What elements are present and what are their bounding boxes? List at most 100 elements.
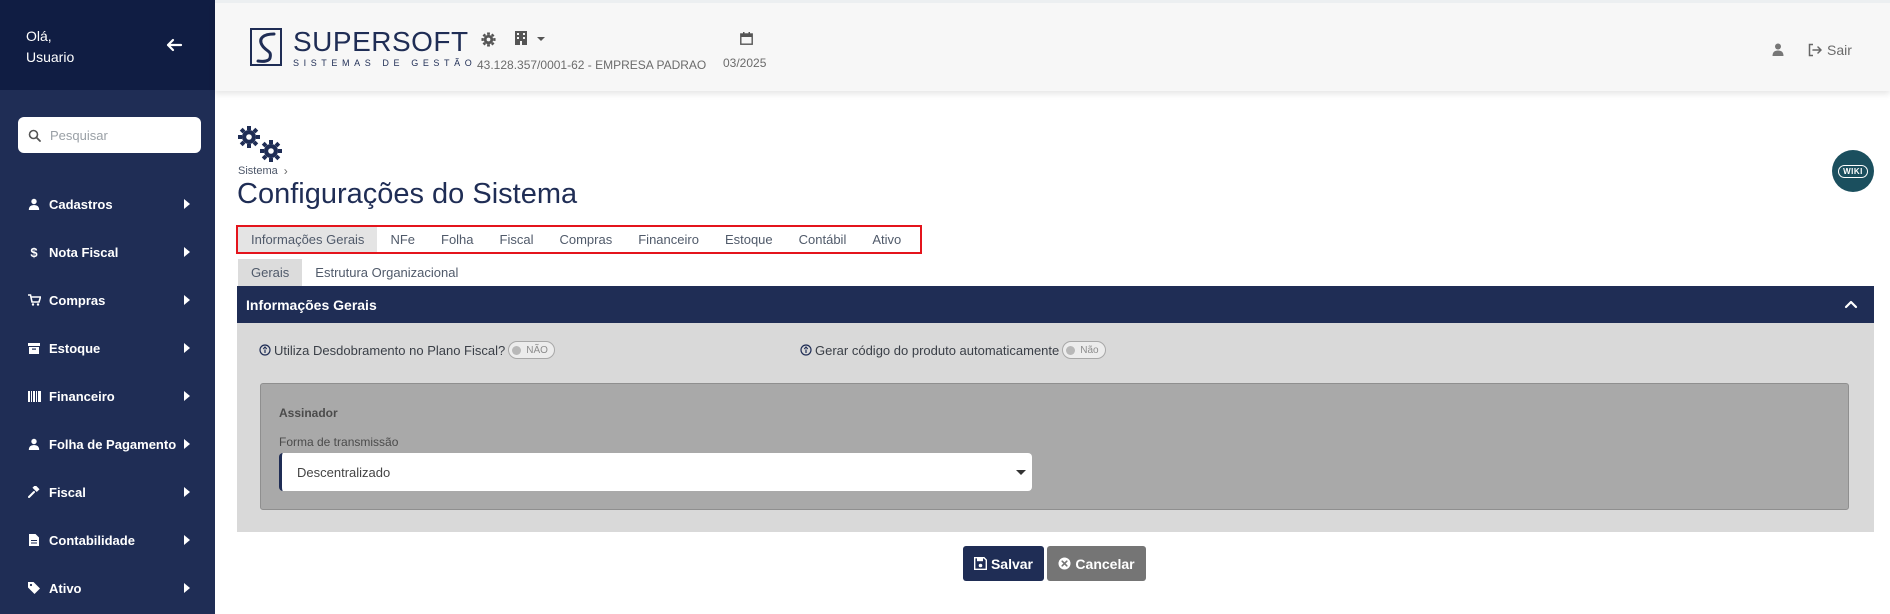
sidebar-item-label: Nota Fiscal (49, 244, 119, 260)
sidebar-item-compras[interactable]: Compras (0, 276, 215, 324)
search-box[interactable] (18, 117, 201, 153)
tab-contabil[interactable]: Contábil (786, 227, 860, 252)
sidebar: Olá, Usuario Cadastros $ Nota Fiscal Com… (0, 0, 215, 614)
building-icon[interactable] (515, 31, 527, 45)
sidebar-item-label: Folha de Pagamento (49, 436, 177, 452)
tab-folha[interactable]: Folha (428, 227, 487, 252)
panel-title: Informações Gerais (246, 296, 377, 313)
greeting-username: Usuario (26, 49, 75, 65)
brand-name: SUPERSOFT (293, 26, 469, 57)
save-label: Salvar (990, 555, 1034, 572)
sidebar-item-nota-fiscal[interactable]: $ Nota Fiscal (0, 228, 215, 276)
chevron-down-icon[interactable] (537, 37, 545, 41)
tag-icon (27, 581, 41, 595)
caret-right-icon (184, 247, 190, 257)
config-tabs: Informações Gerais NFe Folha Fiscal Comp… (236, 225, 923, 254)
chevron-up-icon[interactable] (1844, 297, 1858, 311)
calendar-icon[interactable] (740, 32, 753, 45)
panel-body: Utiliza Desdobramento no Plano Fiscal? N… (237, 323, 1874, 532)
option-desdobramento: Utiliza Desdobramento no Plano Fiscal? N… (259, 341, 555, 359)
page-title: Configurações do Sistema (237, 178, 578, 210)
forma-transmissao-select[interactable]: Descentralizado (279, 453, 1032, 491)
sidebar-item-ativo[interactable]: Ativo (0, 564, 215, 612)
caret-right-icon (184, 535, 190, 545)
tab-compras[interactable]: Compras (546, 227, 625, 252)
box-icon (27, 341, 41, 355)
forma-transmissao-value: Descentralizado (297, 464, 391, 480)
search-input[interactable] (50, 127, 190, 143)
close-circle-icon (1058, 557, 1071, 570)
wiki-button[interactable]: WIKI (1832, 150, 1874, 192)
tab-ativo[interactable]: Ativo (859, 227, 914, 252)
assinador-title: Assinador (279, 406, 338, 420)
sidebar-header: Olá, Usuario (0, 0, 215, 90)
panel-header[interactable]: Informações Gerais (237, 286, 1874, 323)
sub-tabs: Gerais Estrutura Organizacional (238, 259, 471, 286)
barcode-icon (27, 389, 41, 403)
period-value[interactable]: 03/2025 (723, 56, 766, 70)
sidebar-item-label: Cadastros (49, 196, 113, 212)
logout-label: Sair (1827, 42, 1852, 58)
save-button[interactable]: Salvar (963, 546, 1044, 581)
help-icon[interactable] (259, 344, 271, 356)
sidebar-item-financeiro[interactable]: Financeiro (0, 372, 215, 420)
collapse-arrow-icon[interactable] (163, 34, 185, 56)
user-icon (27, 197, 41, 211)
help-icon[interactable] (800, 344, 812, 356)
caret-down-icon (1016, 470, 1026, 475)
toggle-text: Não (1080, 344, 1099, 356)
tab-informacoes-gerais[interactable]: Informações Gerais (238, 227, 378, 252)
sidebar-item-label: Contabilidade (49, 532, 135, 548)
sidebar-item-contabilidade[interactable]: Contabilidade (0, 516, 215, 564)
gear-icon[interactable] (481, 32, 496, 47)
sidebar-item-label: Financeiro (49, 388, 115, 404)
cancel-label: Cancelar (1075, 555, 1135, 572)
caret-right-icon (184, 295, 190, 305)
toggle-knob (512, 345, 522, 355)
top-header: SUPERSOFT SISTEMAS DE GESTÃO 43.128.357/… (215, 0, 1890, 91)
tab-nfe[interactable]: NFe (377, 227, 428, 252)
dollar-icon: $ (30, 244, 38, 260)
sidebar-nav: Cadastros $ Nota Fiscal Compras Estoque … (0, 180, 215, 612)
tab-fiscal[interactable]: Fiscal (487, 227, 547, 252)
sidebar-item-label: Estoque (49, 340, 101, 356)
option-desdobramento-label: Utiliza Desdobramento no Plano Fiscal? (274, 342, 506, 358)
caret-right-icon (184, 199, 190, 209)
subtab-gerais[interactable]: Gerais (238, 259, 303, 286)
sidebar-item-folha-de-pagamento[interactable]: Folha de Pagamento (0, 420, 215, 468)
brand-subtitle: SISTEMAS DE GESTÃO (293, 58, 477, 68)
tab-estoque[interactable]: Estoque (712, 227, 786, 252)
caret-right-icon (184, 487, 190, 497)
sidebar-item-estoque[interactable]: Estoque (0, 324, 215, 372)
sidebar-item-fiscal[interactable]: Fiscal (0, 468, 215, 516)
option-codigo-produto: Gerar código do produto automaticamente … (800, 341, 1106, 359)
sidebar-item-label: Ativo (49, 580, 82, 596)
desdobramento-toggle[interactable]: NÃO (508, 341, 555, 359)
caret-right-icon (184, 583, 190, 593)
toggle-knob (1066, 345, 1076, 355)
search-icon (28, 129, 41, 142)
toggle-text: NÃO (526, 344, 548, 356)
caret-right-icon (184, 343, 190, 353)
forma-transmissao-label: Forma de transmissão (279, 435, 399, 449)
codigo-produto-toggle[interactable]: Não (1062, 341, 1106, 359)
supersoft-logo-icon (250, 28, 282, 66)
logout-icon (1808, 43, 1822, 57)
assinador-section: Assinador Forma de transmissão Descentra… (260, 383, 1849, 510)
subtab-estrutura-organizacional[interactable]: Estrutura Organizacional (302, 259, 471, 286)
cancel-button[interactable]: Cancelar (1047, 546, 1146, 581)
save-icon (973, 557, 987, 570)
sidebar-item-cadastros[interactable]: Cadastros (0, 180, 215, 228)
tab-financeiro[interactable]: Financeiro (625, 227, 712, 252)
user-icon[interactable] (1772, 43, 1784, 56)
sidebar-item-label: Fiscal (49, 484, 86, 500)
logout-button[interactable]: Sair (1808, 42, 1852, 58)
caret-right-icon (184, 439, 190, 449)
cart-icon (27, 293, 41, 307)
file-icon (27, 533, 41, 547)
wiki-label: WIKI (1838, 164, 1868, 178)
company-name[interactable]: 43.128.357/0001-62 - EMPRESA PADRAO (477, 58, 706, 72)
caret-right-icon (184, 391, 190, 401)
user-icon (27, 437, 41, 451)
greeting-line1: Olá, (26, 28, 52, 44)
